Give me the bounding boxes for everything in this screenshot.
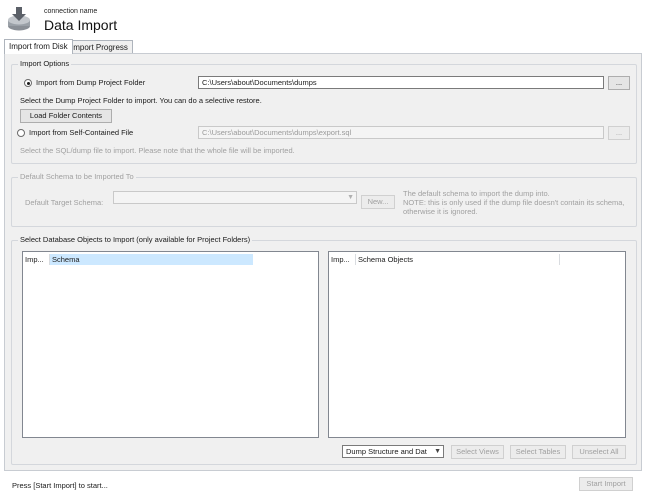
project-folder-browse-button[interactable]: ... <box>608 76 630 90</box>
dump-structure-value: Dump Structure and Dat <box>346 447 427 456</box>
tab-bar: Import from Disk Import Progress <box>0 39 646 54</box>
default-schema-title: Default Schema to be Imported To <box>18 172 136 181</box>
default-schema-note-2: NOTE: this is only used if the dump file… <box>403 198 625 207</box>
status-text: Press [Start Import] to start... <box>12 481 108 490</box>
default-schema-group: Default Schema to be Imported To Default… <box>11 172 637 227</box>
self-contained-label[interactable]: Import from Self-Contained File <box>29 128 133 137</box>
new-schema-button[interactable]: New... <box>361 195 395 209</box>
self-contained-hint: Select the SQL/dump file to import. Plea… <box>20 146 295 155</box>
default-target-schema-label: Default Target Schema: <box>25 198 104 207</box>
chevron-down-icon: ▼ <box>347 194 354 201</box>
page-title: Data Import <box>44 17 118 33</box>
connection-name-label: connection name <box>44 8 98 15</box>
project-folder-hint: Select the Dump Project Folder to import… <box>20 96 262 105</box>
import-options-group: Import Options Import from Dump Project … <box>11 59 637 164</box>
tab-panel: Import Options Import from Dump Project … <box>4 53 642 471</box>
chevron-down-icon: ▼ <box>434 448 441 455</box>
database-objects-title: Select Database Objects to Import (only … <box>18 235 253 244</box>
project-folder-radio[interactable] <box>24 79 32 87</box>
tab-import-progress[interactable]: Import Progress <box>66 40 133 53</box>
self-contained-path-input[interactable]: C:\Users\about\Documents\dumps\export.sq… <box>198 126 604 139</box>
self-contained-radio[interactable] <box>17 129 25 137</box>
default-schema-note-1: The default schema to import the dump in… <box>403 189 550 198</box>
project-folder-path-input[interactable]: C:\Users\about\Documents\dumps <box>198 76 604 89</box>
schema-list[interactable]: Imp... Schema <box>22 251 319 438</box>
project-folder-label[interactable]: Import from Dump Project Folder <box>36 78 145 87</box>
schema-column-header[interactable]: Schema <box>50 254 253 265</box>
column-separator <box>559 254 560 265</box>
import-icon <box>8 7 30 31</box>
select-tables-button[interactable]: Select Tables <box>510 445 566 459</box>
default-schema-note-3: otherwise it is ignored. <box>403 207 478 216</box>
schema-objects-column-header[interactable]: Schema Objects <box>356 254 559 265</box>
self-contained-browse-button[interactable]: ... <box>608 126 630 140</box>
schema-objects-list[interactable]: Imp... Schema Objects <box>328 251 626 438</box>
import-options-title: Import Options <box>18 59 72 68</box>
select-views-button[interactable]: Select Views <box>451 445 504 459</box>
unselect-all-button[interactable]: Unselect All <box>572 445 626 459</box>
schema-import-column-header[interactable]: Imp... <box>23 254 49 265</box>
tab-import-from-disk[interactable]: Import from Disk <box>4 39 73 54</box>
objects-import-column-header[interactable]: Imp... <box>329 254 355 265</box>
default-target-schema-select[interactable]: ▼ <box>113 191 357 204</box>
load-folder-contents-button[interactable]: Load Folder Contents <box>20 109 112 123</box>
database-objects-group: Select Database Objects to Import (only … <box>11 235 637 465</box>
start-import-button[interactable]: Start Import <box>579 477 633 491</box>
dump-structure-select[interactable]: Dump Structure and Dat ▼ <box>342 445 444 458</box>
